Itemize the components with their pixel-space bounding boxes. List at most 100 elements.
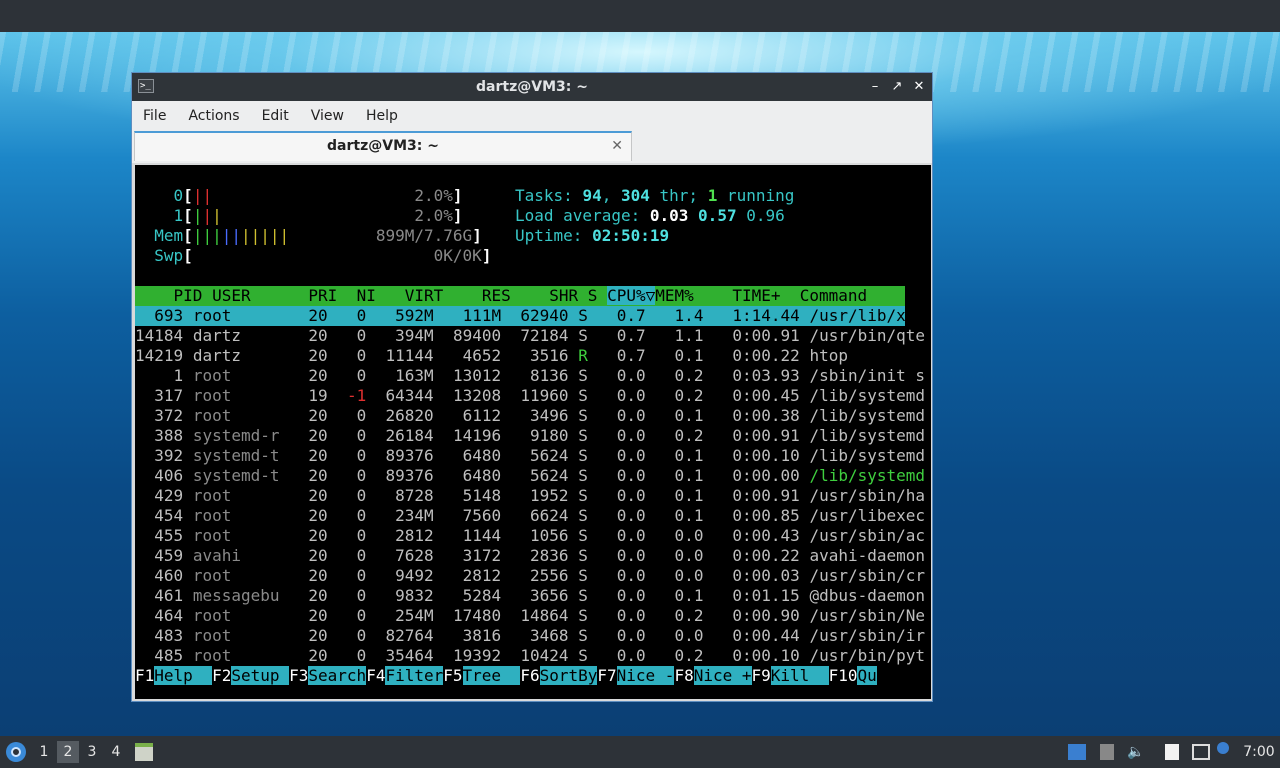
process-cell: /usr/sbin/ac [809,526,926,545]
process-cell: 20 [289,626,328,645]
process-cell: S [578,566,588,585]
fkey-label[interactable]: Nice - [616,666,675,685]
process-row[interactable]: 485 root 20 0 35464 19392 10424 S 0.0 0.… [135,646,925,666]
menu-file[interactable]: File [132,108,177,124]
process-cell: S [578,446,588,465]
network-icon[interactable] [1192,744,1210,760]
process-cell: messagebu [192,586,280,605]
desktop-1-button[interactable]: 1 [33,736,55,768]
process-row[interactable]: 392 systemd-t 20 0 89376 6480 5624 S 0.0… [135,446,925,466]
fkey-f5[interactable]: F5 [443,666,462,685]
fkey-label[interactable]: Kill [770,666,829,685]
process-cell: 2836 [510,546,569,565]
process-cell: avahi-daemon [809,546,926,565]
tab-terminal[interactable]: dartz@VM3: ~ ✕ [134,131,632,161]
maximize-icon[interactable]: ↗ [890,80,904,94]
process-cell: 14864 [510,606,569,625]
process-cell: 0.0 [597,406,646,425]
process-row[interactable]: 455 root 20 0 2812 1144 1056 S 0.0 0.0 0… [135,526,925,546]
process-row[interactable]: 429 root 20 0 8728 5148 1952 S 0.0 0.1 0… [135,486,925,506]
tab-close-icon[interactable]: ✕ [611,133,623,159]
process-cell: 1952 [510,486,569,505]
fkey-label[interactable]: Qu [857,666,877,685]
fkey-label[interactable]: Search [308,666,367,685]
process-cell: 2812 [375,526,434,545]
process-cell: 0:00.85 [713,506,800,525]
process-row[interactable]: 317 root 19 -1 64344 13208 11960 S 0.0 0… [135,386,925,406]
process-cell: 0 [337,546,367,565]
process-cell: 0 [337,366,367,385]
fkey-label[interactable]: Tree [462,666,521,685]
fkey-f7[interactable]: F7 [597,666,616,685]
process-cell: 460 [135,566,184,585]
process-cell: 13208 [443,386,502,405]
fkey-f4[interactable]: F4 [366,666,385,685]
process-row[interactable]: 483 root 20 0 82764 3816 3468 S 0.0 0.0 … [135,626,925,646]
mem-meter: Mem[|||||||||| 899M/7.76G] [154,226,482,245]
menu-help[interactable]: Help [355,108,409,124]
fkey-f8[interactable]: F8 [674,666,693,685]
fkey-f6[interactable]: F6 [520,666,539,685]
process-cell: 0.0 [655,526,704,545]
process-row[interactable]: 1 root 20 0 163M 13012 8136 S 0.0 0.2 0:… [135,366,926,386]
fkey-f9[interactable]: F9 [752,666,771,685]
process-row[interactable]: 372 root 20 0 26820 6112 3496 S 0.0 0.1 … [135,406,925,426]
process-row[interactable]: 459 avahi 20 0 7628 3172 2836 S 0.0 0.0 … [135,546,925,566]
menu-edit[interactable]: Edit [251,108,300,124]
process-cell: 0.2 [655,366,704,385]
process-row[interactable]: 14219 dartz 20 0 11144 4652 3516 R 0.7 0… [135,346,925,366]
minimize-icon[interactable]: – [868,80,882,94]
process-row[interactable]: 464 root 20 0 254M 17480 14864 S 0.0 0.2… [135,606,925,626]
process-row[interactable]: 461 messagebu 20 0 9832 5284 3656 S 0.0 … [135,586,925,606]
process-cell: 11960 [510,386,569,405]
process-cell: 1:14.44 [713,306,800,325]
process-row[interactable]: 406 systemd-t 20 0 89376 6480 5624 S 0.0… [135,466,925,486]
fkey-f10[interactable]: F10 [829,666,858,685]
terminal-output[interactable]: 0[|| 2.0%] 1[||| 2.0%] Mem[|||||||||| 89… [135,165,931,699]
process-cell: 0.1 [655,446,704,465]
start-menu-icon[interactable] [6,742,26,762]
menu-actions[interactable]: Actions [177,108,250,124]
process-cell: 0.0 [597,366,646,385]
window-titlebar[interactable]: >_ dartz@VM3: ~ – ↗ ✕ [132,73,932,101]
process-row[interactable]: 460 root 20 0 9492 2812 2556 S 0.0 0.0 0… [135,566,925,586]
process-cell: S [578,326,588,345]
process-cell: 0:00.91 [713,326,800,345]
fkey-label[interactable]: Setup [231,666,290,685]
clock[interactable]: 7:00 [1240,736,1278,768]
process-cell: S [578,466,588,485]
fkey-label[interactable]: Help [154,666,213,685]
process-cell: 0.0 [597,426,646,445]
process-cell: 693 [135,306,184,325]
process-row[interactable]: 14184 dartz 20 0 394M 89400 72184 S 0.7 … [135,326,925,346]
tab-label: dartz@VM3: ~ [327,138,439,154]
menu-view[interactable]: View [300,108,355,124]
process-cell: 20 [289,486,328,505]
volume-icon[interactable]: 🔈 [1127,744,1145,760]
process-cell: 9180 [510,426,569,445]
desktop-2-button[interactable]: 2 [57,741,79,763]
fkey-f2[interactable]: F2 [212,666,231,685]
desktop-3-button[interactable]: 3 [81,736,103,768]
desktop-4-button[interactable]: 4 [105,736,127,768]
close-icon[interactable]: ✕ [912,80,926,94]
fkey-label[interactable]: Nice + [693,666,752,685]
process-table-header[interactable]: PID USER PRI NI VIRT RES SHR S CPU%▽MEM%… [135,286,905,306]
process-row[interactable]: 693 root 20 0 592M 111M 62940 S 0.7 1.4 … [135,306,925,326]
fkey-label[interactable]: Filter [385,666,444,685]
eject-icon[interactable] [1100,744,1114,760]
process-cell: 14219 [135,346,184,365]
terminal-window[interactable]: >_ dartz@VM3: ~ – ↗ ✕ File Actions Edit … [131,72,933,702]
window-list-icon[interactable] [1068,744,1086,760]
process-row[interactable]: 454 root 20 0 234M 7560 6624 S 0.0 0.1 0… [135,506,925,526]
notification-icon[interactable] [1217,742,1229,754]
file-manager-icon[interactable] [135,743,153,761]
process-row[interactable]: 388 systemd-r 20 0 26184 14196 9180 S 0.… [135,426,925,446]
fkey-label[interactable]: SortBy [539,666,598,685]
process-cell: root [192,406,280,425]
process-cell: /lib/systemd [809,426,926,445]
process-cell: 0.0 [597,646,646,665]
fkey-f1[interactable]: F1 [135,666,154,685]
clipboard-icon[interactable] [1165,744,1179,760]
fkey-f3[interactable]: F3 [289,666,308,685]
